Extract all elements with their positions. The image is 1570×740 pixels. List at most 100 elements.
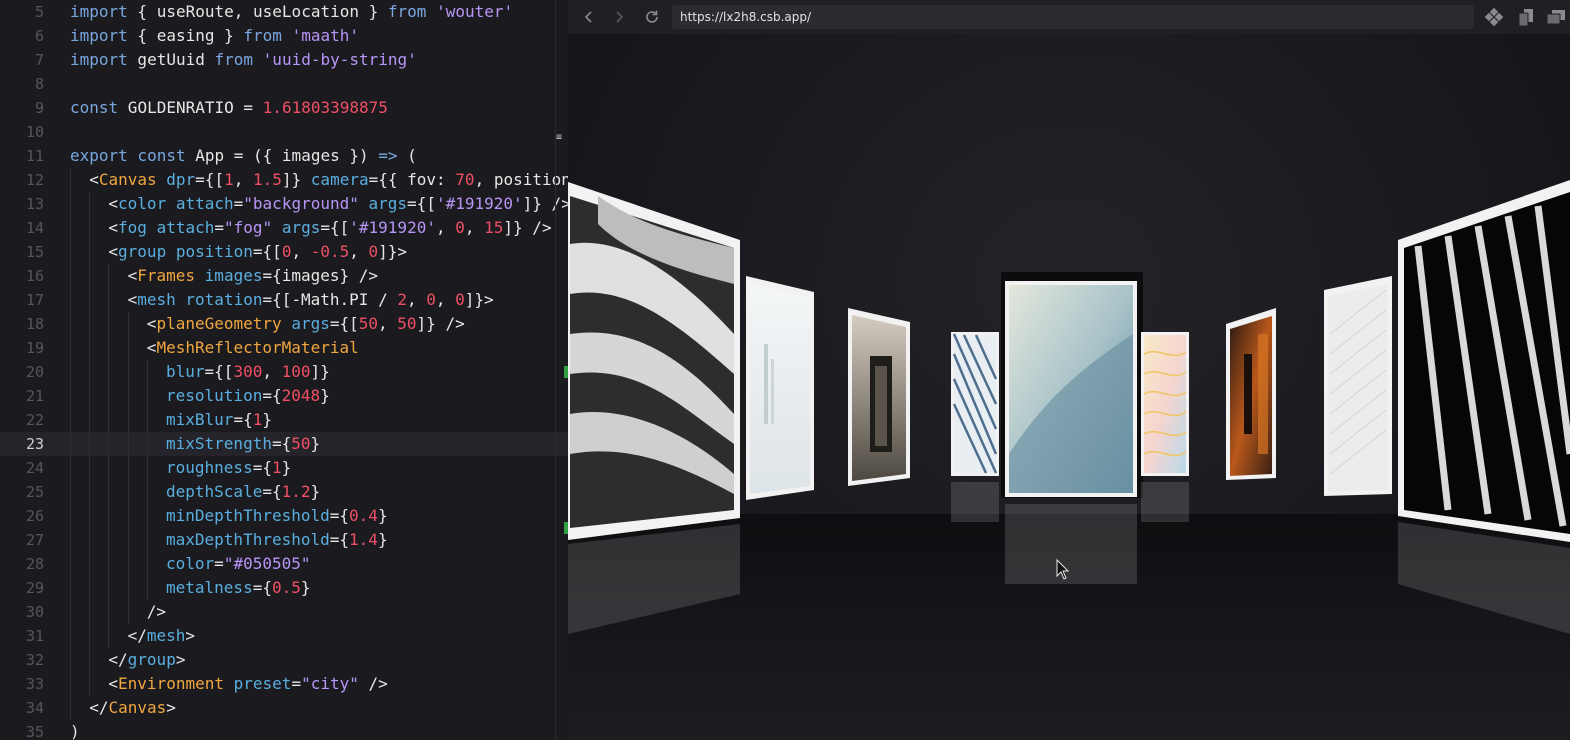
indent-guide [70,672,71,696]
code-line[interactable]: 33 <Environment preset="city" /> [0,672,568,696]
indent-guide [108,408,110,432]
code-token: , [435,218,456,237]
webgl-canvas[interactable] [568,34,1570,740]
code-line[interactable]: 15 <group position={[0, -0.5, 0]}> [0,240,568,264]
code-text: import { easing } from 'maath' [70,24,359,48]
line-number: 30 [25,603,44,621]
code-line[interactable]: 32 </group> [0,648,568,672]
code-token: 50 [358,314,379,333]
code-token: camera [310,170,369,189]
code-token: , [233,170,253,189]
code-text: <planeGeometry args={[50, 50]} /> [147,312,465,336]
line-number: 15 [25,243,44,261]
code-line[interactable]: 6 import { easing } from 'maath' [0,24,568,48]
code-token: ]}> [378,242,408,261]
code-line[interactable]: 30 /> [0,600,568,624]
forward-button[interactable] [608,6,630,28]
code-line[interactable]: 14 <fog attach="fog" args={['#191920', 0,… [0,216,568,240]
code-editor[interactable]: 5 import { useRoute, useLocation } from '… [0,0,568,740]
code-token: { easing } [127,26,244,45]
code-text: <Frames images={images} /> [128,264,378,288]
frame-blue-stripes[interactable] [951,332,999,476]
code-token: ={ [329,506,350,525]
frame-orange-interior[interactable] [1226,308,1276,480]
code-line[interactable]: 28 color="#050505" [0,552,568,576]
code-line[interactable]: 21 resolution={2048} [0,384,568,408]
code-line[interactable]: 22 mixBlur={1} [0,408,568,432]
code-token: ) [70,722,80,740]
code-text: <color attach="background" args={['#1919… [108,192,568,216]
code-text: roughness={1} [166,456,291,480]
code-line[interactable]: 17 <mesh rotation={[-Math.PI / 2, 0, 0]}> [0,288,568,312]
frame-light-stripes[interactable] [1324,276,1392,496]
line-number: 29 [25,579,44,597]
codesandbox-button[interactable] [1482,6,1506,28]
code-token: GOLDENRATIO = [118,98,263,117]
frame-pastel-waves[interactable] [1141,332,1189,476]
code-text: color="#050505" [166,552,311,576]
minimap-marker-icon[interactable]: ≡ [556,133,566,143]
frame-black-columns[interactable] [1398,180,1570,542]
line-number: 8 [34,75,44,93]
code-line[interactable]: 8 [0,72,568,96]
code-token: ={ [262,482,282,501]
code-token: ={ [252,578,272,597]
reload-button[interactable] [641,6,663,28]
code-line[interactable]: 16 <Frames images={images} /> [0,264,568,288]
frame-teal-curve[interactable] [1001,272,1143,498]
code-line[interactable]: 7 import getUuid from 'uuid-by-string' [0,48,568,72]
code-line[interactable]: 11 export const App = ({ images }) => ( [0,144,568,168]
frame-foggy-tower[interactable] [746,276,814,500]
code-line[interactable]: 27 maxDepthThreshold={1.4} [0,528,568,552]
code-line[interactable]: 34 </Canvas> [0,696,568,720]
code-token: < [146,314,157,333]
code-line[interactable]: 19 <MeshReflectorMaterial [0,336,568,360]
indent-guide [89,624,91,648]
code-token: "#050505" [223,554,311,573]
code-text: <MeshReflectorMaterial [147,336,359,360]
frame-architecture-curves[interactable] [568,182,740,540]
open-window-button[interactable] [1544,6,1568,28]
code-token: 15 [484,218,504,237]
code-line[interactable]: 13 <color attach="background" args={['#19… [0,192,568,216]
code-line[interactable]: 9 const GOLDENRATIO = 1.61803398875 [0,96,568,120]
code-token: resolution [166,386,263,405]
code-token: mixBlur [166,410,234,429]
indent-guide [89,192,91,216]
code-line[interactable]: 18 <planeGeometry args={[50, 50]} /> [0,312,568,336]
code-line[interactable]: 10 [0,120,568,144]
indent-guide [108,384,110,408]
code-lines[interactable]: 5 import { useRoute, useLocation } from '… [0,0,568,740]
code-token: color [118,194,167,213]
code-token: 300 [233,362,263,381]
code-token: images [204,266,263,285]
code-line[interactable]: 12 <Canvas dpr={[1, 1.5]} camera={{ fov: … [0,168,568,192]
code-line[interactable]: 31 </mesh> [0,624,568,648]
indent-guide [146,504,148,528]
code-line[interactable]: 5 import { useRoute, useLocation } from '… [0,0,568,24]
line-number: 6 [34,27,44,45]
code-token: roughness [166,458,253,477]
line-number: 17 [25,291,44,309]
code-line[interactable]: 23 mixStrength={50} [0,432,568,456]
code-token: rotation [185,290,263,309]
back-button[interactable] [578,6,600,28]
address-bar[interactable]: https://lx2h8.csb.app/ [672,5,1474,29]
code-line[interactable]: 26 minDepthThreshold={0.4} [0,504,568,528]
frame-dark-doorway[interactable] [848,308,910,486]
code-line[interactable]: 35) [0,720,568,740]
chevron-right-icon [616,11,624,23]
code-line[interactable]: 25 depthScale={1.2} [0,480,568,504]
code-line[interactable]: 24 roughness={1} [0,456,568,480]
pages-button[interactable] [1514,6,1538,28]
code-line[interactable]: 29 metalness={0.5} [0,576,568,600]
code-token: -0.5 [310,242,350,261]
code-token: mesh [137,290,176,309]
code-token: attach [175,194,234,213]
code-line[interactable]: 20 blur={[300, 100]} [0,360,568,384]
code-token: } [281,458,292,477]
code-token: Frames [137,266,196,285]
code-token: export const [70,146,186,165]
